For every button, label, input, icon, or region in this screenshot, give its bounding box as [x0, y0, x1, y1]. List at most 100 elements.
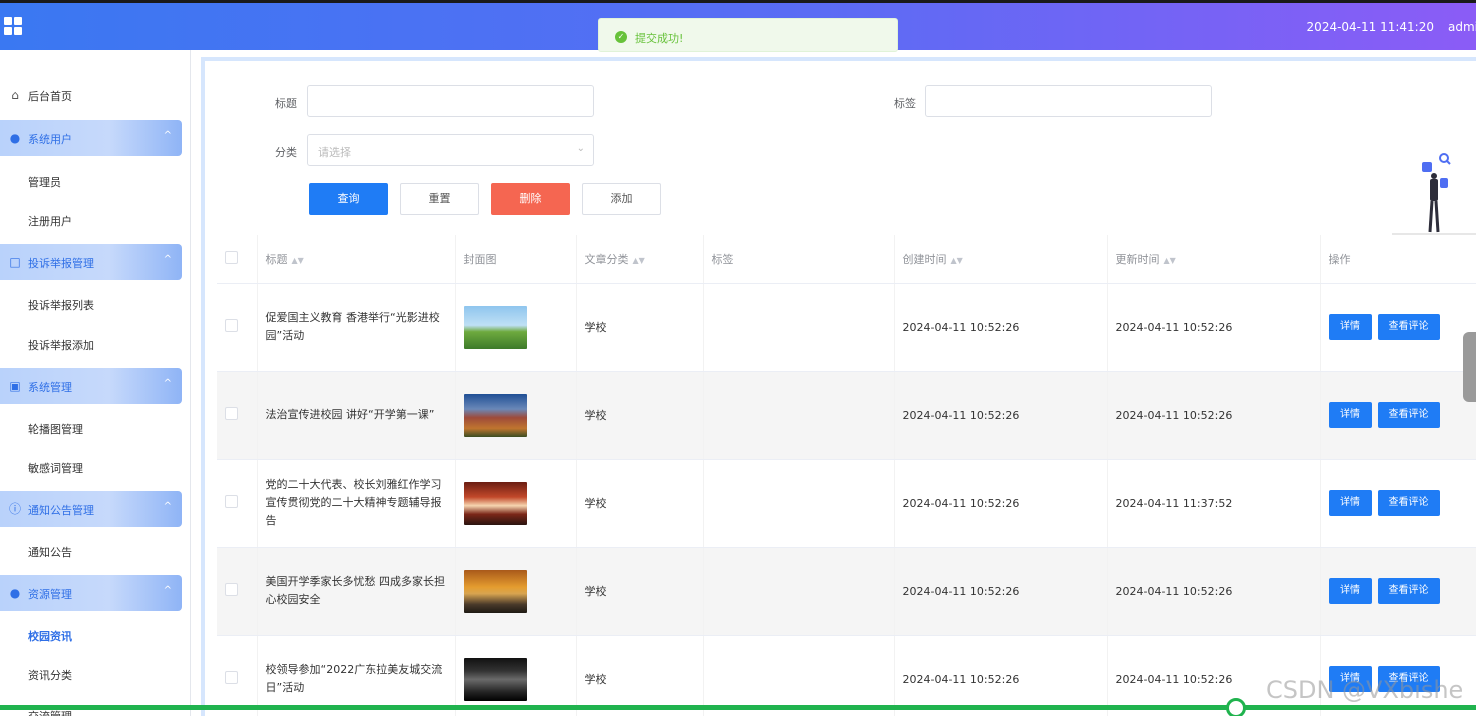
picture-icon: ▣	[9, 379, 21, 393]
row-actions: 详情 查看评论	[1320, 371, 1476, 460]
sort-icon[interactable]: ▲▼	[1164, 256, 1176, 265]
sidebar-group-complaints[interactable]: □ 投诉举报管理 ^	[0, 244, 182, 280]
add-button[interactable]: 添加	[582, 183, 661, 215]
sidebar-item-admins[interactable]: 管理员	[0, 163, 182, 199]
menu-grid-icon[interactable]	[4, 17, 22, 35]
sidebar-group-label: 投诉举报管理	[28, 257, 94, 270]
chevron-up-icon: ^	[163, 501, 172, 512]
sort-icon[interactable]: ▲▼	[633, 256, 645, 265]
sidebar-item-label: 管理员	[28, 176, 61, 189]
column-header-tag: 标签	[703, 235, 895, 284]
sidebar-item-label: 资讯分类	[28, 669, 72, 682]
column-header-cover: 封面图	[455, 235, 577, 284]
column-header-label: 封面图	[463, 252, 497, 266]
cover-thumbnail-image[interactable]	[463, 657, 527, 701]
column-header-updated[interactable]: 更新时间 ▲▼	[1107, 235, 1321, 284]
info-icon: ⓘ	[8, 502, 21, 516]
sidebar-group-resources[interactable]: ● 资源管理 ^	[0, 575, 182, 611]
news-category: 学校	[576, 283, 704, 372]
view-comments-button[interactable]: 查看评论	[1377, 578, 1440, 604]
column-header-created[interactable]: 创建时间 ▲▼	[894, 235, 1108, 284]
sidebar-item-label: 注册用户	[28, 215, 72, 228]
cover-thumbnail-image[interactable]	[463, 569, 527, 613]
reset-button[interactable]: 重置	[400, 183, 479, 215]
title-filter-input[interactable]	[307, 85, 594, 117]
sidebar-item-registered-users[interactable]: 注册用户	[0, 202, 182, 238]
created-time: 2024-04-11 10:52:26	[894, 371, 1108, 460]
sidebar-item-label: 后台首页	[28, 90, 72, 103]
view-comments-button[interactable]: 查看评论	[1377, 314, 1440, 340]
sort-icon[interactable]: ▲▼	[292, 256, 304, 265]
user-name[interactable]: admi	[1448, 20, 1476, 34]
sidebar-group-notices[interactable]: ⓘ 通知公告管理 ^	[0, 491, 182, 527]
sidebar-item-home[interactable]: ⌂ 后台首页	[0, 77, 182, 113]
tag-filter-input[interactable]	[925, 85, 1212, 117]
table-row: 党的二十大代表、校长刘雅红作学习宣传贯彻党的二十大精神专题辅导报告 学校 202…	[217, 459, 1476, 548]
progress-bar	[0, 705, 1476, 710]
news-title: 促爱国主义教育 香港举行“光影进校园”活动	[257, 283, 456, 372]
row-checkbox[interactable]	[225, 407, 238, 420]
category-select-placeholder: 请选择	[318, 146, 351, 159]
category-select[interactable]: 请选择 ⌄	[307, 134, 594, 166]
row-actions: 详情 查看评论	[1320, 283, 1476, 372]
chevron-up-icon: ^	[163, 130, 172, 141]
cover-thumbnail-image[interactable]	[463, 393, 527, 437]
sidebar-group-label: 系统用户	[28, 133, 72, 146]
table-row: 美国开学季家长多忧愁 四成多家长担心校园安全 学校 2024-04-11 10:…	[217, 547, 1476, 636]
cover-thumbnail-image[interactable]	[463, 481, 527, 525]
created-time: 2024-04-11 10:52:26	[894, 635, 1108, 716]
column-header-label: 更新时间	[1115, 252, 1160, 266]
news-tag	[703, 371, 895, 460]
detail-button[interactable]: 详情	[1328, 578, 1372, 604]
updated-time: 2024-04-11 10:52:26	[1107, 371, 1321, 460]
sidebar-item-campus-news[interactable]: 校园资讯	[0, 617, 182, 653]
select-all-cell	[217, 235, 258, 284]
sidebar-item-label: 敏感词管理	[28, 462, 83, 475]
sidebar-group-system-management[interactable]: ▣ 系统管理 ^	[0, 368, 182, 404]
row-checkbox[interactable]	[225, 671, 238, 684]
sidebar-item-notices[interactable]: 通知公告	[0, 533, 182, 569]
news-title: 校领导参加“2022广东拉美友城交流日”活动	[257, 635, 456, 716]
search-button[interactable]: 查询	[309, 183, 388, 215]
cover-thumbnail-image[interactable]	[463, 305, 527, 349]
column-header-category[interactable]: 文章分类 ▲▼	[576, 235, 704, 284]
table-header-row: 标题 ▲▼ 封面图 文章分类 ▲▼ 标签 创建时间 ▲▼ 更新时间 ▲▼ 操作	[217, 235, 1476, 284]
sidebar-item-news-category[interactable]: 资讯分类	[0, 656, 182, 692]
news-tag	[703, 635, 895, 716]
select-all-checkbox[interactable]	[225, 250, 238, 264]
detail-button[interactable]: 详情	[1328, 490, 1372, 516]
sidebar-item-complaint-list[interactable]: 投诉举报列表	[0, 286, 182, 322]
title-filter-label: 标题	[275, 97, 297, 110]
view-comments-button[interactable]: 查看评论	[1377, 490, 1440, 516]
news-category: 学校	[576, 547, 704, 636]
row-actions: 详情 查看评论	[1320, 547, 1476, 636]
row-checkbox[interactable]	[225, 583, 238, 596]
sidebar-item-carousel[interactable]: 轮播图管理	[0, 410, 182, 446]
sidebar-item-complaint-add[interactable]: 投诉举报添加	[0, 326, 182, 362]
detail-button[interactable]: 详情	[1328, 314, 1372, 340]
sidebar-item-label: 校园资讯	[28, 630, 72, 643]
watermark-text: CSDN @VXbishe	[1266, 676, 1464, 704]
row-checkbox[interactable]	[225, 495, 238, 508]
news-title: 美国开学季家长多忧愁 四成多家长担心校园安全	[257, 547, 456, 636]
chevron-up-icon: ^	[163, 378, 172, 389]
detail-button[interactable]: 详情	[1328, 402, 1372, 428]
sidebar-item-label: 投诉举报列表	[28, 299, 94, 312]
row-checkbox[interactable]	[225, 319, 238, 332]
progress-handle[interactable]	[1226, 698, 1246, 716]
table-row: 法治宣传进校园 讲好“开学第一课” 学校 2024-04-11 10:52:26…	[217, 371, 1476, 460]
column-header-label: 文章分类	[584, 252, 629, 266]
table-row: 促爱国主义教育 香港举行“光影进校园”活动 学校 2024-04-11 10:5…	[217, 283, 1476, 372]
column-header-title[interactable]: 标题 ▲▼	[257, 235, 456, 284]
delete-button[interactable]: 删除	[491, 183, 570, 215]
vertical-scrollbar[interactable]	[1463, 332, 1476, 402]
success-toast: ✓ 提交成功!	[598, 18, 898, 52]
view-comments-button[interactable]: 查看评论	[1377, 402, 1440, 428]
sidebar-group-system-users[interactable]: ● 系统用户 ^	[0, 120, 182, 156]
updated-time: 2024-04-11 10:52:26	[1107, 547, 1321, 636]
sidebar-item-sensitive-words[interactable]: 敏感词管理	[0, 449, 182, 485]
sidebar-item-label: 轮播图管理	[28, 423, 83, 436]
sort-icon[interactable]: ▲▼	[951, 256, 963, 265]
tag-filter-label: 标签	[894, 97, 916, 110]
row-actions: 详情 查看评论	[1320, 459, 1476, 548]
